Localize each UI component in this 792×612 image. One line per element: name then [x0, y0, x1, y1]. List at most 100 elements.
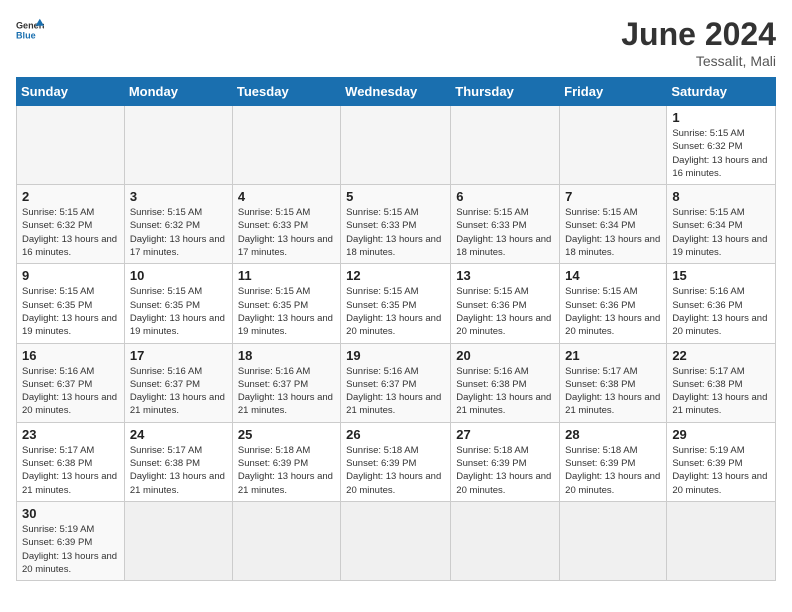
day-number: 7 — [565, 189, 661, 204]
calendar-day-header: Saturday — [667, 78, 776, 106]
day-number: 25 — [238, 427, 335, 442]
calendar-day-cell: 15 Sunrise: 5:16 AM Sunset: 6:36 PM Dayli… — [667, 264, 776, 343]
calendar-day-header: Monday — [124, 78, 232, 106]
day-number: 18 — [238, 348, 335, 363]
day-info: Sunrise: 5:16 AM Sunset: 6:37 PM Dayligh… — [238, 365, 335, 418]
calendar-day-cell — [451, 501, 560, 580]
calendar-day-cell: 2Sunrise: 5:15 AM Sunset: 6:32 PM Daylig… — [17, 185, 125, 264]
calendar-day-cell: 19 Sunrise: 5:16 AM Sunset: 6:37 PM Dayli… — [341, 343, 451, 422]
calendar-day-cell: 21 Sunrise: 5:17 AM Sunset: 6:38 PM Dayli… — [560, 343, 667, 422]
calendar-day-cell: 26Sunrise: 5:18 AM Sunset: 6:39 PM Dayli… — [341, 422, 451, 501]
calendar-week-row: 30Sunrise: 5:19 AM Sunset: 6:39 PM Dayli… — [17, 501, 776, 580]
calendar-day-cell: 12 Sunrise: 5:15 AM Sunset: 6:35 PM Dayli… — [341, 264, 451, 343]
day-number: 16 — [22, 348, 119, 363]
svg-text:Blue: Blue — [16, 30, 36, 40]
calendar-day-cell — [124, 106, 232, 185]
location-label: Tessalit, Mali — [621, 53, 776, 69]
day-info: Sunrise: 5:19 AM Sunset: 6:39 PM Dayligh… — [672, 444, 770, 497]
day-info: Sunrise: 5:17 AM Sunset: 6:38 PM Dayligh… — [672, 365, 770, 418]
day-number: 14 — [565, 268, 661, 283]
calendar-day-cell: 30Sunrise: 5:19 AM Sunset: 6:39 PM Dayli… — [17, 501, 125, 580]
day-info: Sunrise: 5:17 AM Sunset: 6:38 PM Dayligh… — [22, 444, 119, 497]
calendar-day-cell: 4 Sunrise: 5:15 AM Sunset: 6:33 PM Daylig… — [232, 185, 340, 264]
calendar-table: SundayMondayTuesdayWednesdayThursdayFrid… — [16, 77, 776, 581]
day-number: 12 — [346, 268, 445, 283]
day-info: Sunrise: 5:18 AM Sunset: 6:39 PM Dayligh… — [456, 444, 554, 497]
day-number: 5 — [346, 189, 445, 204]
calendar-day-cell: 22 Sunrise: 5:17 AM Sunset: 6:38 PM Dayli… — [667, 343, 776, 422]
calendar-day-cell — [451, 106, 560, 185]
calendar-day-cell: 29 Sunrise: 5:19 AM Sunset: 6:39 PM Dayli… — [667, 422, 776, 501]
calendar-day-cell: 25Sunrise: 5:18 AM Sunset: 6:39 PM Dayli… — [232, 422, 340, 501]
day-info: Sunrise: 5:16 AM Sunset: 6:38 PM Dayligh… — [456, 365, 554, 418]
day-info: Sunrise: 5:17 AM Sunset: 6:38 PM Dayligh… — [130, 444, 227, 497]
calendar-day-cell: 10Sunrise: 5:15 AM Sunset: 6:35 PM Dayli… — [124, 264, 232, 343]
day-info: Sunrise: 5:15 AM Sunset: 6:33 PM Dayligh… — [346, 206, 445, 259]
day-number: 6 — [456, 189, 554, 204]
calendar-day-cell — [232, 501, 340, 580]
calendar-day-cell: 18 Sunrise: 5:16 AM Sunset: 6:37 PM Dayli… — [232, 343, 340, 422]
day-number: 2 — [22, 189, 119, 204]
calendar-day-cell — [232, 106, 340, 185]
day-info: Sunrise: 5:15 AM Sunset: 6:36 PM Dayligh… — [565, 285, 661, 338]
calendar-week-row: 16 Sunrise: 5:16 AM Sunset: 6:37 PM Dayli… — [17, 343, 776, 422]
page-header: General Blue June 2024 Tessalit, Mali — [16, 16, 776, 69]
day-info: Sunrise: 5:15 AM Sunset: 6:36 PM Dayligh… — [456, 285, 554, 338]
calendar-week-row: 23 Sunrise: 5:17 AM Sunset: 6:38 PM Dayli… — [17, 422, 776, 501]
day-info: Sunrise: 5:15 AM Sunset: 6:35 PM Dayligh… — [238, 285, 335, 338]
calendar-day-header: Tuesday — [232, 78, 340, 106]
generalblue-logo-icon: General Blue — [16, 16, 44, 44]
calendar-day-cell: 16 Sunrise: 5:16 AM Sunset: 6:37 PM Dayli… — [17, 343, 125, 422]
day-number: 24 — [130, 427, 227, 442]
day-number: 26 — [346, 427, 445, 442]
calendar-day-cell: 7Sunrise: 5:15 AM Sunset: 6:34 PM Daylig… — [560, 185, 667, 264]
day-number: 8 — [672, 189, 770, 204]
title-block: June 2024 Tessalit, Mali — [621, 16, 776, 69]
calendar-day-cell — [667, 501, 776, 580]
day-info: Sunrise: 5:16 AM Sunset: 6:37 PM Dayligh… — [22, 365, 119, 418]
day-number: 29 — [672, 427, 770, 442]
day-number: 15 — [672, 268, 770, 283]
calendar-day-cell: 27Sunrise: 5:18 AM Sunset: 6:39 PM Dayli… — [451, 422, 560, 501]
day-info: Sunrise: 5:16 AM Sunset: 6:37 PM Dayligh… — [130, 365, 227, 418]
calendar-day-cell — [560, 501, 667, 580]
calendar-day-header: Friday — [560, 78, 667, 106]
day-info: Sunrise: 5:15 AM Sunset: 6:35 PM Dayligh… — [346, 285, 445, 338]
day-number: 22 — [672, 348, 770, 363]
calendar-day-cell: 6Sunrise: 5:15 AM Sunset: 6:33 PM Daylig… — [451, 185, 560, 264]
day-info: Sunrise: 5:17 AM Sunset: 6:38 PM Dayligh… — [565, 365, 661, 418]
day-info: Sunrise: 5:16 AM Sunset: 6:37 PM Dayligh… — [346, 365, 445, 418]
calendar-day-cell: 3Sunrise: 5:15 AM Sunset: 6:32 PM Daylig… — [124, 185, 232, 264]
day-info: Sunrise: 5:16 AM Sunset: 6:36 PM Dayligh… — [672, 285, 770, 338]
calendar-day-header: Thursday — [451, 78, 560, 106]
calendar-day-cell — [341, 501, 451, 580]
calendar-day-cell: 11Sunrise: 5:15 AM Sunset: 6:35 PM Dayli… — [232, 264, 340, 343]
day-info: Sunrise: 5:15 AM Sunset: 6:33 PM Dayligh… — [238, 206, 335, 259]
calendar-week-row: 9Sunrise: 5:15 AM Sunset: 6:35 PM Daylig… — [17, 264, 776, 343]
calendar-day-cell: 8Sunrise: 5:15 AM Sunset: 6:34 PM Daylig… — [667, 185, 776, 264]
calendar-week-row: 2Sunrise: 5:15 AM Sunset: 6:32 PM Daylig… — [17, 185, 776, 264]
calendar-header-row: SundayMondayTuesdayWednesdayThursdayFrid… — [17, 78, 776, 106]
day-number: 10 — [130, 268, 227, 283]
day-number: 4 — [238, 189, 335, 204]
day-info: Sunrise: 5:15 AM Sunset: 6:32 PM Dayligh… — [672, 127, 770, 180]
day-info: Sunrise: 5:15 AM Sunset: 6:35 PM Dayligh… — [22, 285, 119, 338]
day-number: 23 — [22, 427, 119, 442]
calendar-day-cell: 17Sunrise: 5:16 AM Sunset: 6:37 PM Dayli… — [124, 343, 232, 422]
calendar-day-header: Wednesday — [341, 78, 451, 106]
calendar-day-cell: 24 Sunrise: 5:17 AM Sunset: 6:38 PM Dayli… — [124, 422, 232, 501]
calendar-day-cell — [17, 106, 125, 185]
day-number: 19 — [346, 348, 445, 363]
calendar-day-cell: 13 Sunrise: 5:15 AM Sunset: 6:36 PM Dayli… — [451, 264, 560, 343]
calendar-day-cell — [124, 501, 232, 580]
day-number: 21 — [565, 348, 661, 363]
calendar-day-cell: 14 Sunrise: 5:15 AM Sunset: 6:36 PM Dayli… — [560, 264, 667, 343]
logo: General Blue — [16, 16, 44, 44]
calendar-day-cell — [560, 106, 667, 185]
day-number: 30 — [22, 506, 119, 521]
day-number: 28 — [565, 427, 661, 442]
day-number: 13 — [456, 268, 554, 283]
day-number: 3 — [130, 189, 227, 204]
calendar-day-cell: 20Sunrise: 5:16 AM Sunset: 6:38 PM Dayli… — [451, 343, 560, 422]
calendar-day-cell — [341, 106, 451, 185]
